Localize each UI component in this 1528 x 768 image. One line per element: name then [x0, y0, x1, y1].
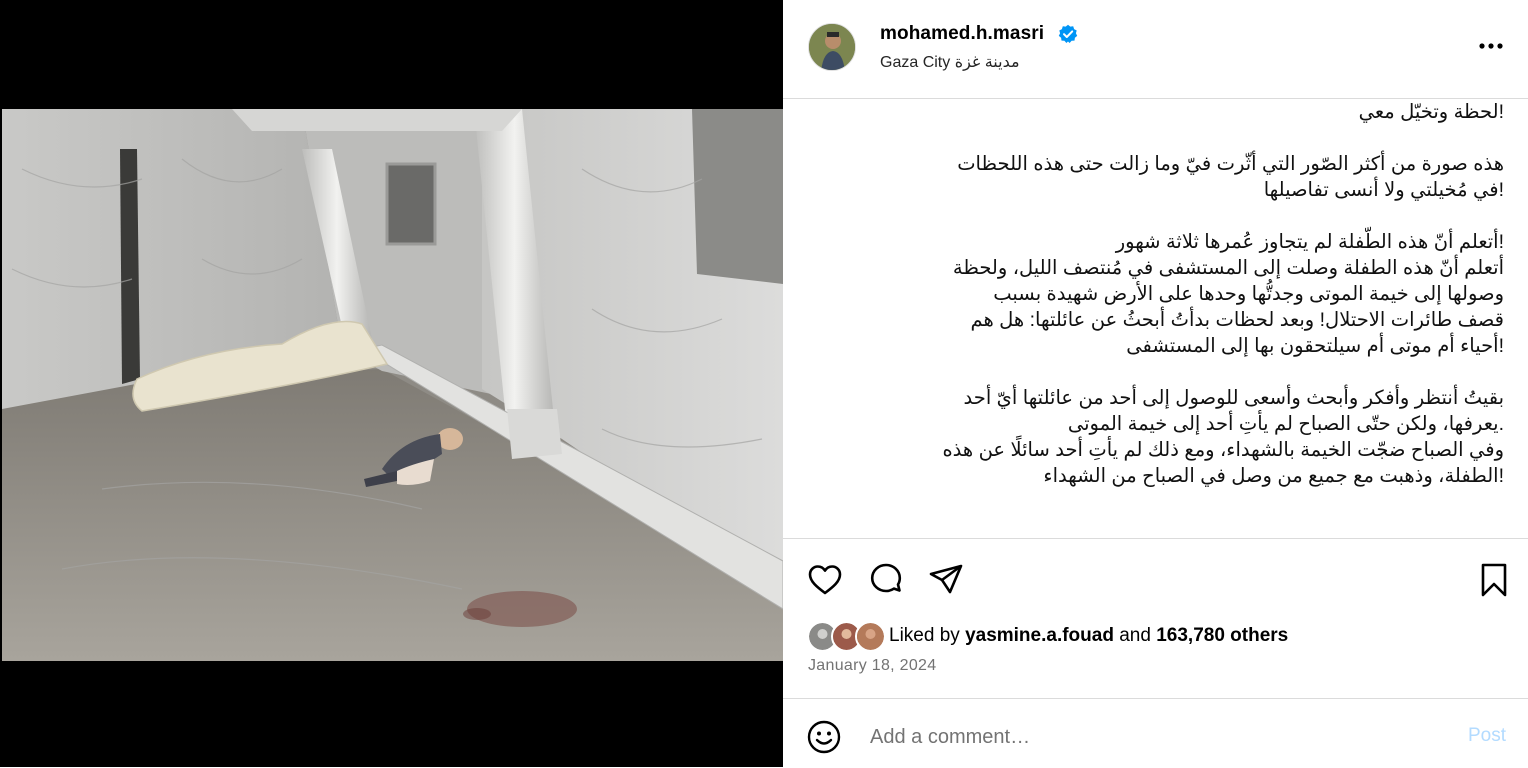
post-media[interactable] [0, 0, 783, 767]
likes-summary: Liked by yasmine.a.fouad and 163,780 oth… [889, 625, 1288, 647]
post-date[interactable]: January 18, 2024 [808, 657, 936, 675]
likes-joiner: and [1119, 625, 1151, 646]
emoji-icon[interactable] [807, 720, 841, 754]
actions-section: Liked by yasmine.a.fouad and 163,780 oth… [783, 538, 1528, 699]
caption-text: !لحظة وتخيّل معي هذه صورة من أكثر الصّور… [942, 101, 1504, 487]
post-header: mohamed.h.masri Gaza City مدينة غزة [783, 0, 1528, 99]
caption-area: !لحظة وتخيّل معي هذه صورة من أكثر الصّور… [783, 99, 1528, 538]
post-details-panel: mohamed.h.masri Gaza City مدينة غزة !لحظ… [783, 0, 1528, 767]
author-avatar[interactable] [808, 23, 856, 71]
heart-icon[interactable] [807, 562, 843, 598]
comment-input[interactable] [868, 721, 1432, 753]
likes-prefix: Liked by [889, 625, 960, 646]
more-options-icon[interactable] [1476, 34, 1506, 58]
likes-others-count[interactable]: 163,780 others [1156, 625, 1288, 646]
post-photo [2, 109, 783, 661]
post-location[interactable]: Gaza City مدينة غزة [880, 52, 1020, 72]
author-username[interactable]: mohamed.h.masri [880, 23, 1044, 45]
liker-username[interactable]: yasmine.a.fouad [965, 625, 1114, 646]
tent-photo-illustration [2, 109, 783, 661]
share-icon[interactable] [928, 562, 964, 598]
liker-avatar [855, 621, 886, 652]
comment-bar: Post [783, 698, 1528, 768]
likers-avatars[interactable] [807, 619, 886, 652]
comment-icon[interactable] [868, 562, 904, 598]
verified-badge-icon [1058, 24, 1078, 43]
bookmark-icon[interactable] [1476, 562, 1512, 598]
post-comment-button[interactable]: Post [1468, 725, 1506, 747]
